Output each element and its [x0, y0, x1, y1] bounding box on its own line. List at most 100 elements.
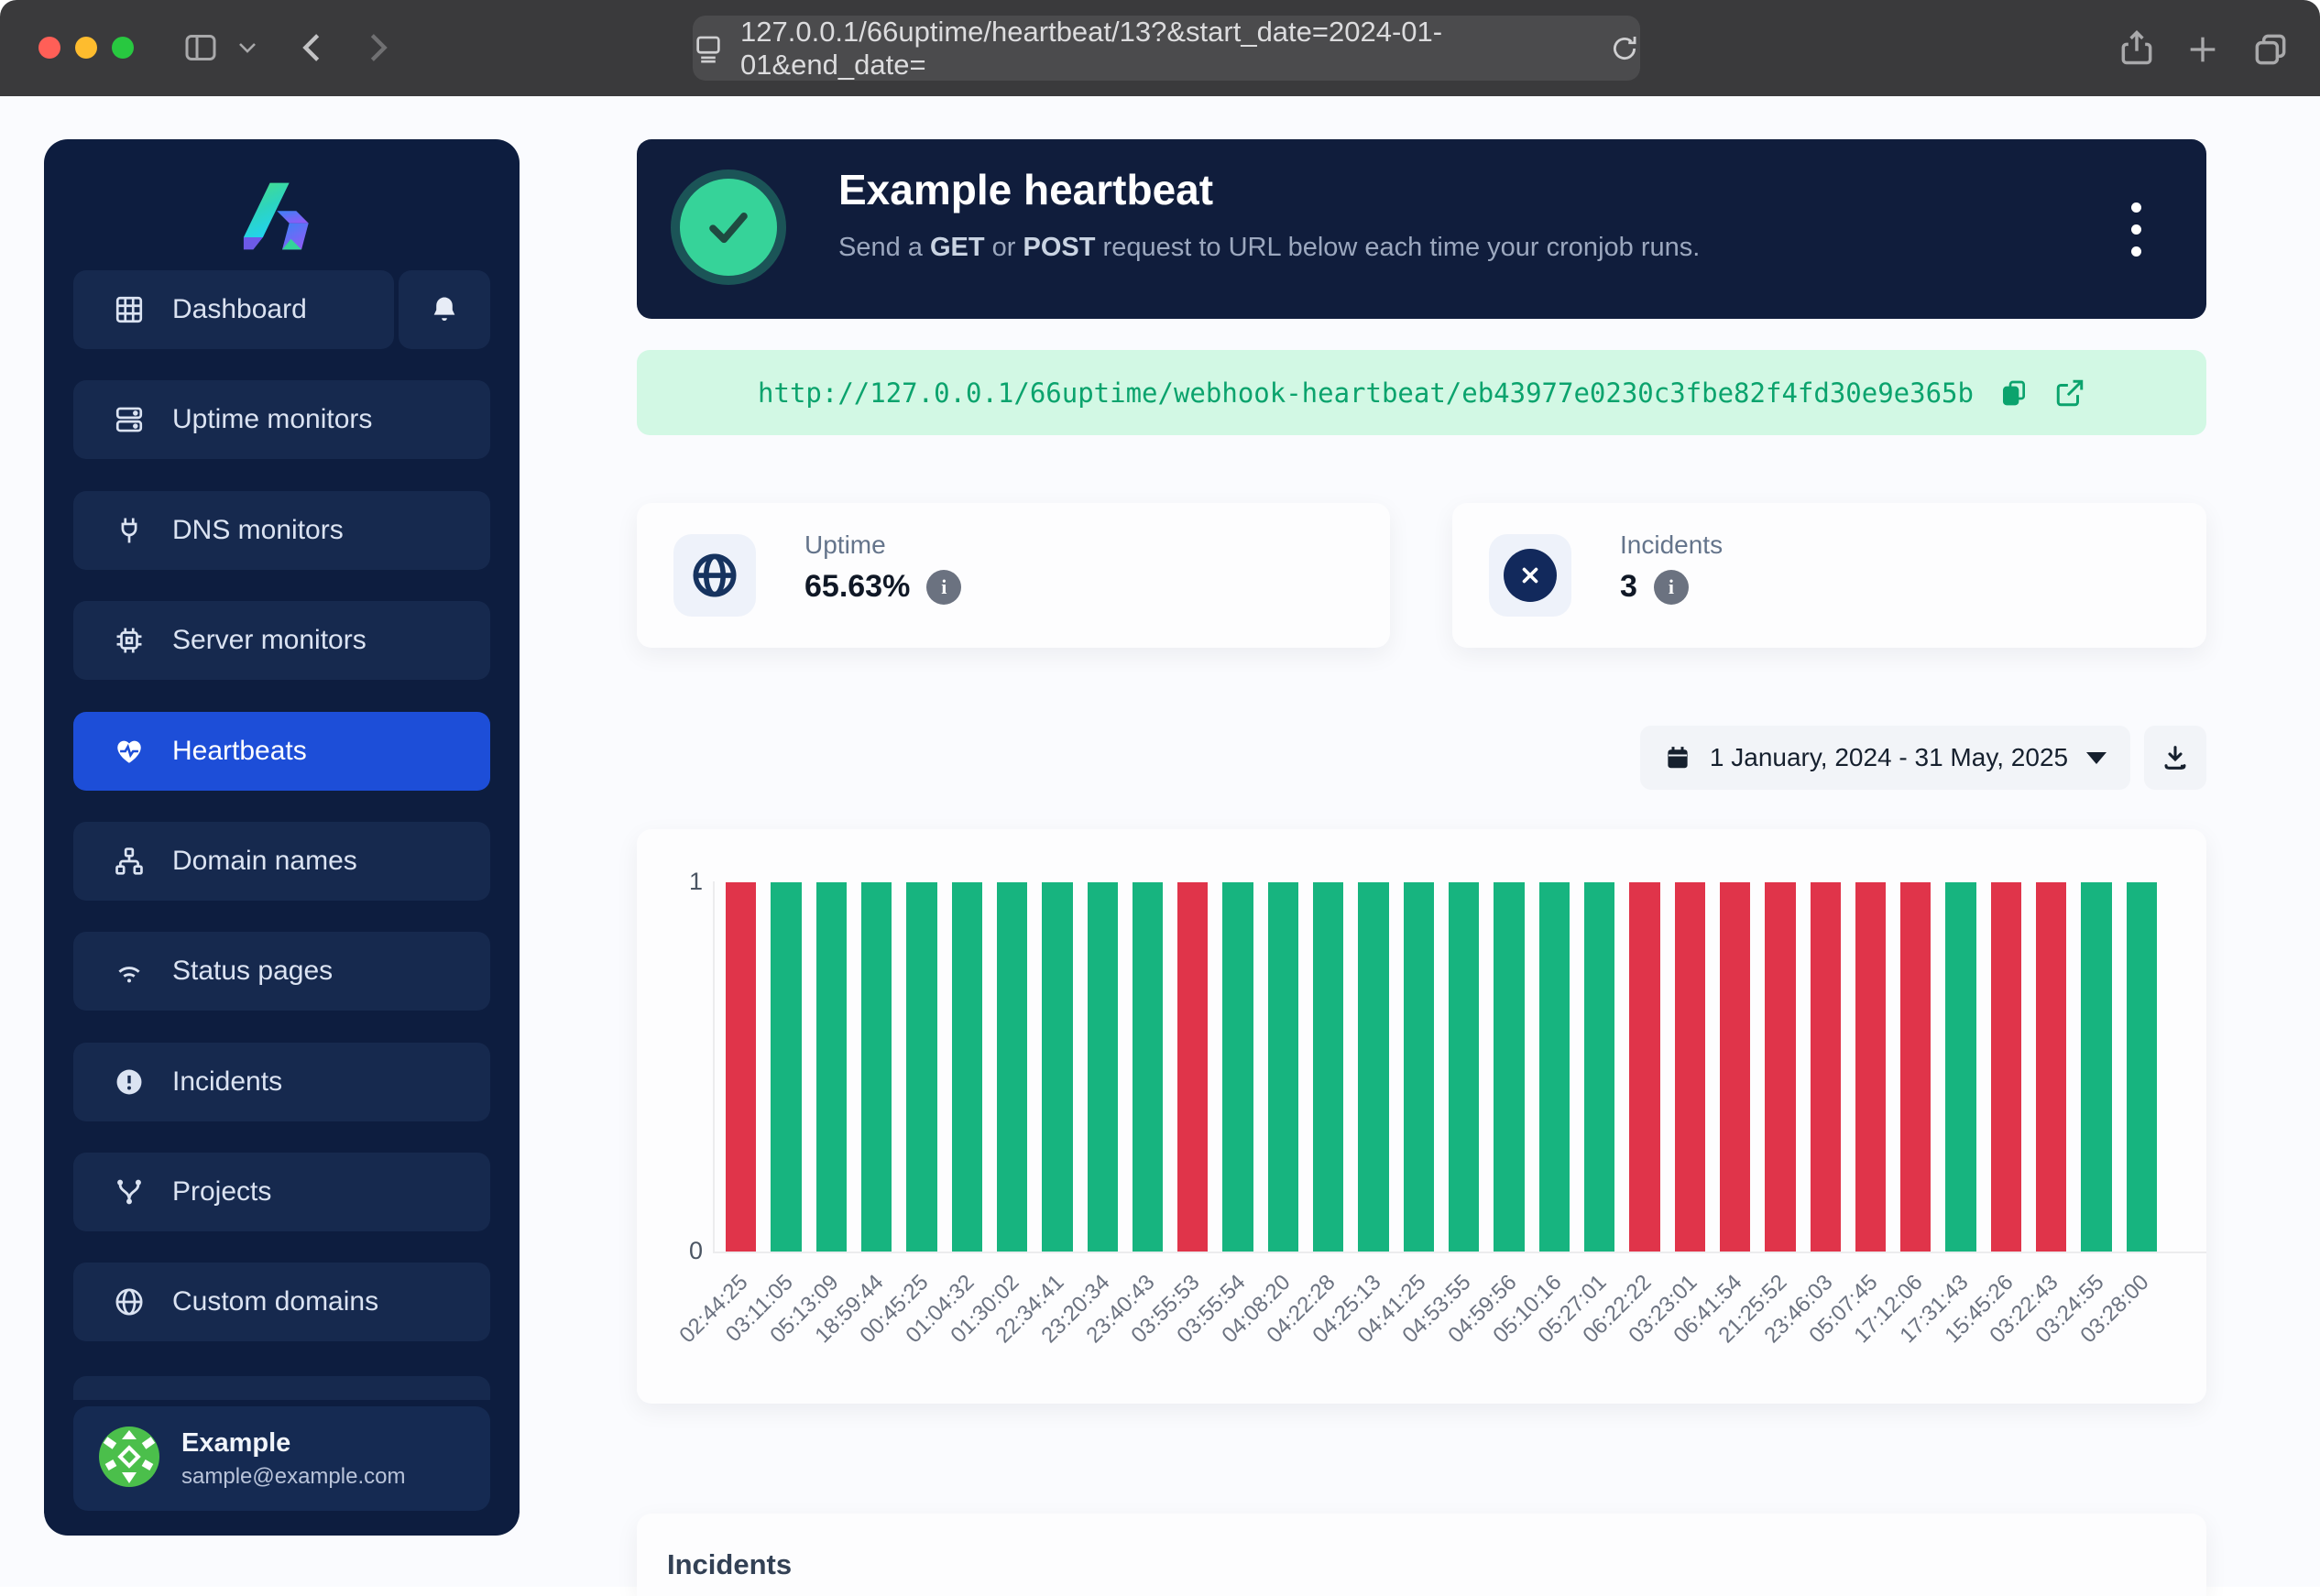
- heartbeat-bar-up[interactable]: [1268, 882, 1298, 1252]
- sidebar-item-projects[interactable]: Projects: [73, 1153, 490, 1231]
- bar-slot: 23:40:43: [1133, 882, 1163, 1252]
- sidebar-item-server-monitors[interactable]: Server monitors: [73, 601, 490, 680]
- x-axis-line: [713, 1252, 2206, 1253]
- heartbeat-bar-up[interactable]: [1133, 882, 1163, 1252]
- sidebar-item-label: Projects: [172, 1176, 271, 1208]
- notifications-button[interactable]: [399, 270, 490, 349]
- sidebar-item-heartbeats[interactable]: Heartbeats: [73, 712, 490, 791]
- sidebar-item-label: Status pages: [172, 956, 333, 987]
- user-email: sample@example.com: [181, 1464, 405, 1490]
- page-subtitle: Send a GET or POST request to URL below …: [838, 233, 1700, 263]
- sidebar-item-custom-domains[interactable]: Custom domains: [73, 1263, 490, 1341]
- y-axis-line: [713, 881, 715, 1253]
- server-stack-icon: [114, 404, 145, 435]
- heartbeat-bar-up[interactable]: [816, 882, 847, 1252]
- close-window-button[interactable]: [38, 37, 60, 59]
- heartbeat-bar-down[interactable]: [1991, 882, 2021, 1252]
- heartbeat-bar-down[interactable]: [1675, 882, 1705, 1252]
- heartbeat-bar-up[interactable]: [1539, 882, 1570, 1252]
- heartbeat-bar-up[interactable]: [861, 882, 892, 1252]
- bar-slot: 04:53:55: [1449, 882, 1479, 1252]
- globe-icon: [114, 1286, 145, 1317]
- bar-slot: 00:45:25: [906, 882, 936, 1252]
- sidebar-item-dashboard[interactable]: Dashboard: [73, 270, 394, 349]
- sidebar: Dashboard Uptime monitors DNS monitors S…: [44, 139, 520, 1536]
- heartbeat-bar-up[interactable]: [997, 882, 1027, 1252]
- heartbeat-bar-up[interactable]: [1404, 882, 1434, 1252]
- sidebar-item-uptime-monitors[interactable]: Uptime monitors: [73, 380, 490, 459]
- heartbeat-bar-up[interactable]: [1222, 882, 1253, 1252]
- heartbeat-bar-up[interactable]: [1088, 882, 1118, 1252]
- download-button[interactable]: [2144, 726, 2206, 790]
- address-bar[interactable]: 127.0.0.1/66uptime/heartbeat/13?&start_d…: [693, 16, 1640, 81]
- forward-button[interactable]: [365, 29, 392, 66]
- bar-slot: 01:04:32: [952, 882, 982, 1252]
- new-tab-icon[interactable]: [2184, 31, 2221, 68]
- heartbeat-bar-up[interactable]: [771, 882, 801, 1252]
- bar-slot: 06:22:22: [1629, 882, 1659, 1252]
- bar-slot: 21:25:52: [1765, 882, 1795, 1252]
- sidebar-item-status-pages[interactable]: Status pages: [73, 932, 490, 1011]
- heartbeat-bar-down[interactable]: [2036, 882, 2066, 1252]
- kebab-menu-button[interactable]: [2110, 187, 2161, 271]
- zoom-window-button[interactable]: [112, 37, 134, 59]
- heartbeat-bar-down[interactable]: [1177, 882, 1208, 1252]
- external-link-icon[interactable]: [2054, 377, 2085, 409]
- incidents-stat-icon: [1489, 534, 1571, 617]
- reload-icon[interactable]: [1609, 33, 1640, 64]
- heartbeat-bar-up[interactable]: [1358, 882, 1388, 1252]
- info-icon[interactable]: i: [1654, 570, 1689, 605]
- sidebar-item-domain-names[interactable]: Domain names: [73, 822, 490, 901]
- heartbeat-bar-up[interactable]: [952, 882, 982, 1252]
- user-card[interactable]: Example sample@example.com: [73, 1406, 490, 1511]
- heartbeat-bar-down[interactable]: [1629, 882, 1659, 1252]
- sidebar-toggle-icon[interactable]: [181, 29, 220, 66]
- minimize-window-button[interactable]: [75, 37, 97, 59]
- share-icon[interactable]: [2117, 26, 2157, 70]
- bar-slot: 04:22:28: [1313, 882, 1343, 1252]
- heartbeat-bar-up[interactable]: [1494, 882, 1524, 1252]
- heartbeat-bar-up[interactable]: [1313, 882, 1343, 1252]
- bar-slot: 04:25:13: [1358, 882, 1388, 1252]
- bar-slot: 05:13:09: [816, 882, 847, 1252]
- app-page: Dashboard Uptime monitors DNS monitors S…: [0, 96, 2320, 1587]
- heartbeat-bar-down[interactable]: [1720, 882, 1750, 1252]
- incidents-section-card: Incidents: [637, 1514, 2206, 1596]
- calendar-icon: [1664, 744, 1691, 771]
- bar-slot: 04:08:20: [1268, 882, 1298, 1252]
- stat-label: Uptime: [804, 530, 886, 560]
- plug-icon: [114, 515, 145, 546]
- heartbeat-bar-down[interactable]: [1855, 882, 1886, 1252]
- heartbeat-bar-down[interactable]: [1765, 882, 1795, 1252]
- bar-slot: 03:11:05: [771, 882, 801, 1252]
- tab-overview-icon[interactable]: [2250, 29, 2291, 70]
- heartbeat-bar-down[interactable]: [1900, 882, 1931, 1252]
- date-range-picker[interactable]: 1 January, 2024 - 31 May, 2025: [1640, 726, 2130, 790]
- sitemap-icon: [114, 846, 145, 877]
- y-tick-top: 1: [648, 868, 703, 896]
- heartbeat-bar-up[interactable]: [1584, 882, 1614, 1252]
- bar-slot: 06:41:54: [1720, 882, 1750, 1252]
- heartbeat-bar-up[interactable]: [906, 882, 936, 1252]
- heartbeat-bar-up[interactable]: [2081, 882, 2111, 1252]
- heartbeat-bar-up[interactable]: [2127, 882, 2157, 1252]
- sidebar-item-label: Dashboard: [172, 294, 307, 325]
- bar-slot: 17:12:06: [1900, 882, 1931, 1252]
- sidebar-item-label: Server monitors: [172, 625, 367, 656]
- heartbeat-bar-down[interactable]: [1811, 882, 1841, 1252]
- bar-chart-plot: 02:44:2503:11:0505:13:0918:59:4400:45:25…: [726, 882, 2157, 1252]
- chevron-down-icon[interactable]: [236, 40, 258, 55]
- bar-slot: 05:10:16: [1539, 882, 1570, 1252]
- heartbeat-bar-down[interactable]: [726, 882, 756, 1252]
- heartbeat-bar-up[interactable]: [1042, 882, 1072, 1252]
- sidebar-item-incidents[interactable]: Incidents: [73, 1043, 490, 1121]
- webhook-url-text[interactable]: http://127.0.0.1/66uptime/webhook-heartb…: [758, 377, 1974, 409]
- heartbeat-bar-up[interactable]: [1449, 882, 1479, 1252]
- heartbeat-bar-up[interactable]: [1945, 882, 1975, 1252]
- bar-slot: 23:46:03: [1811, 882, 1841, 1252]
- bar-slot: 03:28:00: [2127, 882, 2157, 1252]
- back-button[interactable]: [298, 29, 325, 66]
- sidebar-item-dns-monitors[interactable]: DNS monitors: [73, 491, 490, 570]
- info-icon[interactable]: i: [926, 570, 961, 605]
- copy-icon[interactable]: [1999, 378, 2029, 408]
